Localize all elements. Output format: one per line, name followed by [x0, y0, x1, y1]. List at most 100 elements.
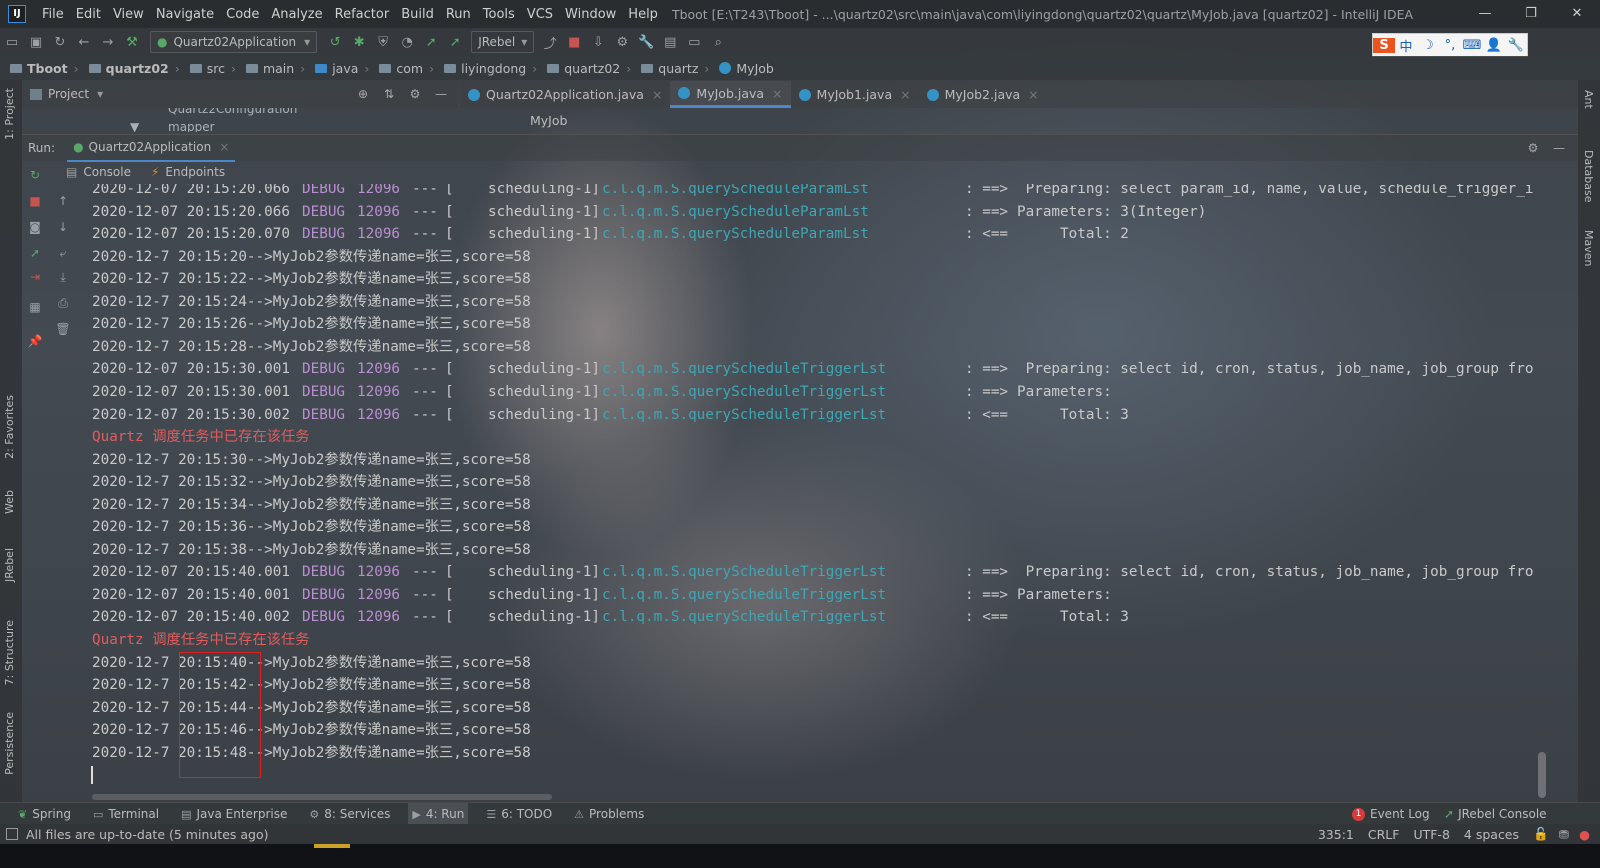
run-config-tab[interactable]: ● Quartz02Application ×: [67, 134, 236, 162]
menu-file[interactable]: File: [36, 7, 70, 22]
close-tab-icon[interactable]: ×: [1028, 87, 1038, 102]
menu-refactor[interactable]: Refactor: [329, 7, 396, 22]
tool-tab-jrebel[interactable]: JRebel: [3, 548, 16, 582]
synchronize-icon[interactable]: ↻: [49, 31, 71, 53]
bottom-tab-java-enterprise[interactable]: ▤ Java Enterprise: [177, 803, 291, 825]
project-view-select[interactable]: Project ▾: [30, 87, 103, 101]
tool-tab-web[interactable]: Web: [3, 490, 16, 514]
tool-tab-persistence[interactable]: Persistence: [3, 712, 16, 775]
close-icon[interactable]: ✕: [1554, 0, 1600, 28]
locate-icon[interactable]: ⊕: [350, 87, 376, 101]
print-icon[interactable]: ⎙: [54, 294, 72, 312]
ime-moon-icon[interactable]: ☽: [1417, 38, 1439, 53]
bottom-tab-terminal[interactable]: ▭ Terminal: [89, 803, 163, 825]
scroll-up-icon[interactable]: ↑: [54, 192, 72, 210]
jrebel-console-tab[interactable]: ➚ JRebel Console: [1444, 803, 1547, 825]
menu-vcs[interactable]: VCS: [521, 7, 559, 22]
breadcrumb-quartz02[interactable]: quartz02 ›: [79, 61, 180, 76]
camera-icon[interactable]: ◙: [26, 218, 44, 236]
sogou-logo-icon[interactable]: S: [1373, 37, 1395, 53]
tab-myjob1[interactable]: MyJob1.java ×: [791, 81, 919, 108]
tool-tab-ant[interactable]: Ant: [1582, 90, 1595, 109]
soft-wrap-icon[interactable]: ⤶: [54, 244, 72, 262]
hide-icon[interactable]: —: [428, 87, 454, 101]
ime-tools-icon[interactable]: 🔧: [1505, 38, 1527, 53]
build-hammer-icon[interactable]: ⚒: [121, 31, 143, 53]
structure-breadcrumb[interactable]: MyJob: [530, 113, 567, 128]
back-icon[interactable]: ←: [73, 31, 95, 53]
collapse-all-icon[interactable]: ⇅: [376, 87, 402, 101]
menu-code[interactable]: Code: [220, 7, 265, 22]
menu-help[interactable]: Help: [622, 7, 664, 22]
rerun-icon[interactable]: ↻: [26, 166, 44, 184]
console-output[interactable]: 2020-12-07 20:15:20.066 DEBUG 12096 --- [ sc…: [80, 184, 1550, 794]
ime-user-icon[interactable]: 👤: [1483, 38, 1505, 53]
tool-tab-maven[interactable]: Maven: [1582, 230, 1595, 266]
ime-keyboard-icon[interactable]: ⌨: [1461, 38, 1483, 53]
panel-toggle-icon[interactable]: [6, 828, 18, 840]
breadcrumb-com[interactable]: com ›: [369, 61, 434, 76]
git-icon[interactable]: ⛃: [1559, 827, 1569, 842]
line-separator[interactable]: CRLF: [1368, 827, 1400, 842]
scroll-to-end-icon[interactable]: ⤓: [54, 268, 72, 286]
update-icon[interactable]: ⇩: [587, 31, 609, 53]
bottom-tab-todo[interactable]: ☰ 6: TODO: [482, 803, 556, 825]
tab-myjob2[interactable]: MyJob2.java ×: [919, 81, 1047, 108]
tree-item-quartz-config[interactable]: Quartz2Configuration: [168, 108, 297, 116]
menu-view[interactable]: View: [107, 7, 150, 22]
horizontal-scrollbar[interactable]: [92, 794, 552, 800]
caret-position[interactable]: 335:1: [1318, 827, 1354, 842]
minimize-icon[interactable]: —: [1462, 0, 1508, 28]
tree-item-mapper[interactable]: mapper: [168, 120, 215, 132]
ime-mode-icon[interactable]: 中: [1395, 36, 1417, 55]
breadcrumb-quartz[interactable]: quartz ›: [631, 61, 709, 76]
menu-analyze[interactable]: Analyze: [265, 7, 328, 22]
jrebel-select[interactable]: JRebel ▾: [471, 31, 535, 53]
close-tab-icon[interactable]: ×: [219, 140, 229, 154]
vcs-icon[interactable]: ⚙: [611, 31, 633, 53]
menu-edit[interactable]: Edit: [70, 7, 107, 22]
jrebel-update-icon[interactable]: ➚: [26, 244, 44, 262]
scroll-down-icon[interactable]: ↓: [54, 218, 72, 236]
search-icon[interactable]: ⌕: [707, 31, 729, 53]
run-config-select[interactable]: ● Quartz02Application ▾: [150, 31, 318, 53]
menu-build[interactable]: Build: [395, 7, 440, 22]
coverage-icon[interactable]: ⛨: [372, 31, 394, 53]
attach-icon[interactable]: ⤴: [539, 31, 561, 53]
tab-quartz02application[interactable]: Quartz02Application.java ×: [460, 81, 670, 108]
menu-window[interactable]: Window: [559, 7, 622, 22]
breadcrumb-myjob[interactable]: MyJob: [709, 61, 774, 76]
event-log-tab[interactable]: 1 Event Log: [1352, 803, 1430, 825]
close-tab-icon[interactable]: ×: [652, 87, 662, 102]
breadcrumb-tboot[interactable]: Tboot ›: [0, 61, 79, 76]
tool-tab-structure[interactable]: 7: Structure: [3, 620, 16, 685]
bottom-tab-spring[interactable]: ❦ Spring: [14, 803, 75, 825]
bottom-tab-problems[interactable]: ⚠ Problems: [570, 803, 648, 825]
breadcrumb-main[interactable]: main ›: [236, 61, 305, 76]
bottom-tab-run[interactable]: ▶ 4: Run: [408, 803, 469, 825]
tab-endpoints[interactable]: ⚡ Endpoints: [147, 161, 229, 183]
pin-icon[interactable]: 📌: [26, 332, 44, 350]
lock-icon[interactable]: 🔓: [1533, 826, 1549, 842]
stop-icon[interactable]: ■: [563, 31, 585, 53]
tool-tab-database[interactable]: Database: [1582, 150, 1595, 203]
stop-icon[interactable]: ■: [26, 192, 44, 210]
breadcrumb-quartz02-pkg[interactable]: quartz02 ›: [537, 61, 631, 76]
menu-tools[interactable]: Tools: [477, 7, 521, 22]
exit-icon[interactable]: ⇥: [26, 268, 44, 286]
breadcrumb-java[interactable]: java ›: [305, 61, 369, 76]
jrebel-debug-icon[interactable]: ➚: [444, 31, 466, 53]
tab-console[interactable]: ▤ Console: [62, 161, 135, 183]
bottom-tab-services[interactable]: ⚙ 8: Services: [305, 803, 394, 825]
debug-bug-icon[interactable]: ✱: [348, 31, 370, 53]
tab-myjob[interactable]: MyJob.java ×: [670, 81, 791, 108]
trash-icon[interactable]: 🗑: [54, 320, 72, 338]
profile-icon[interactable]: ◔: [396, 31, 418, 53]
layout-icon[interactable]: ▦: [26, 298, 44, 316]
rerun-icon[interactable]: ↺: [324, 31, 346, 53]
tool-tab-favorites[interactable]: 2: Favorites: [3, 395, 16, 459]
vertical-scrollbar[interactable]: [1538, 752, 1546, 798]
open-folder-icon[interactable]: ▭: [1, 31, 23, 53]
error-icon[interactable]: ●: [1579, 827, 1590, 842]
ime-punctuation-icon[interactable]: °,: [1439, 38, 1461, 53]
